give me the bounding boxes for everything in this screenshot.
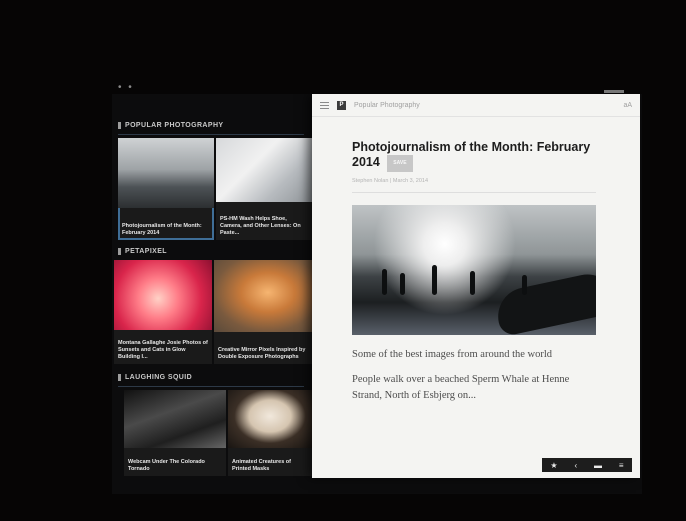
section-header-petapixel[interactable]: PETAPIXEL xyxy=(118,244,167,258)
save-badge[interactable]: SAVE xyxy=(387,155,413,172)
article-tile[interactable]: PS-HM Wash Helps Shoe, Camera, and Other… xyxy=(216,138,312,240)
tile-caption: Animated Creatures of Printed Masks xyxy=(232,459,291,472)
figure-shape xyxy=(432,265,437,295)
whale-shape xyxy=(492,269,596,335)
article-lede: Some of the best images from around the … xyxy=(352,349,553,360)
article-body: People walk over a beached Sperm Whale a… xyxy=(352,374,570,401)
section-divider xyxy=(118,134,304,135)
status-indicator: • • xyxy=(118,82,134,93)
section-divider xyxy=(118,386,304,387)
section-marker-icon xyxy=(118,373,121,381)
figure-shape xyxy=(400,273,405,295)
more-icon[interactable]: ≡ xyxy=(619,461,624,470)
font-size-button[interactable]: aA xyxy=(623,102,632,109)
thumbnail-image xyxy=(114,260,212,330)
article-tile[interactable]: Webcam Under The Colorado Tornado xyxy=(124,390,226,476)
tile-caption: Montana Gallaghe Josie Photos of Sunsets… xyxy=(118,340,208,360)
article-tile[interactable]: Photojournalism of the Month: February 2… xyxy=(118,138,214,240)
article-byline: Stephen Nolan | March 3, 2014 xyxy=(352,178,429,184)
tablet-screen: POPULAR PHOTOGRAPHY Photojournalism of t… xyxy=(112,94,642,494)
thumbnail-image xyxy=(118,138,214,208)
tile-caption: Creative Mirror Pixels Inspired by Doubl… xyxy=(218,347,306,360)
article-tile[interactable]: Creative Mirror Pixels Inspired by Doubl… xyxy=(214,260,312,364)
article-content: Photojournalism of the Month: February 2… xyxy=(352,140,596,404)
thumbnail-image xyxy=(214,260,312,332)
article-tile[interactable]: Animated Creatures of Printed Masks xyxy=(228,390,312,476)
article-title: Photojournalism of the Month: February 2… xyxy=(352,140,596,172)
section-title: PETAPIXEL xyxy=(125,247,167,255)
section-marker-icon xyxy=(118,121,121,129)
source-name[interactable]: Popular Photography xyxy=(354,102,420,109)
tile-caption: PS-HM Wash Helps Shoe, Camera, and Other… xyxy=(220,216,301,236)
section-header-laughing-squid[interactable]: LAUGHING SQUID xyxy=(118,370,192,384)
news-river: POPULAR PHOTOGRAPHY Photojournalism of t… xyxy=(112,94,312,494)
section-title: POPULAR PHOTOGRAPHY xyxy=(125,121,224,129)
section-header-popular-photography[interactable]: POPULAR PHOTOGRAPHY xyxy=(118,118,223,132)
article-tile[interactable]: Montana Gallaghe Josie Photos of Sunsets… xyxy=(114,260,212,364)
divider xyxy=(352,192,596,193)
article-action-bar: ★ ‹ ▬ ≡ xyxy=(542,458,632,472)
star-icon[interactable]: ★ xyxy=(550,461,557,470)
thumbnail-image xyxy=(228,390,312,448)
section-title: LAUGHING SQUID xyxy=(125,373,193,381)
source-logo: P xyxy=(337,100,346,110)
figure-shape xyxy=(522,275,527,295)
comment-icon[interactable]: ▬ xyxy=(594,461,602,470)
reader-toolbar: P Popular Photography aA xyxy=(312,94,640,117)
figure-shape xyxy=(470,271,475,295)
thumbnail-image xyxy=(124,390,226,448)
tile-caption: Webcam Under The Colorado Tornado xyxy=(128,459,205,472)
tile-caption: Photojournalism of the Month: February 2… xyxy=(122,223,202,236)
menu-icon[interactable] xyxy=(320,101,329,109)
article-reader-panel: P Popular Photography aA Photojournalism… xyxy=(312,94,640,478)
section-marker-icon xyxy=(118,247,121,255)
article-hero-image[interactable] xyxy=(352,205,596,335)
share-icon[interactable]: ‹ xyxy=(574,461,577,470)
thumbnail-image xyxy=(216,138,312,202)
figure-shape xyxy=(382,269,387,295)
battery-icon xyxy=(604,90,624,93)
